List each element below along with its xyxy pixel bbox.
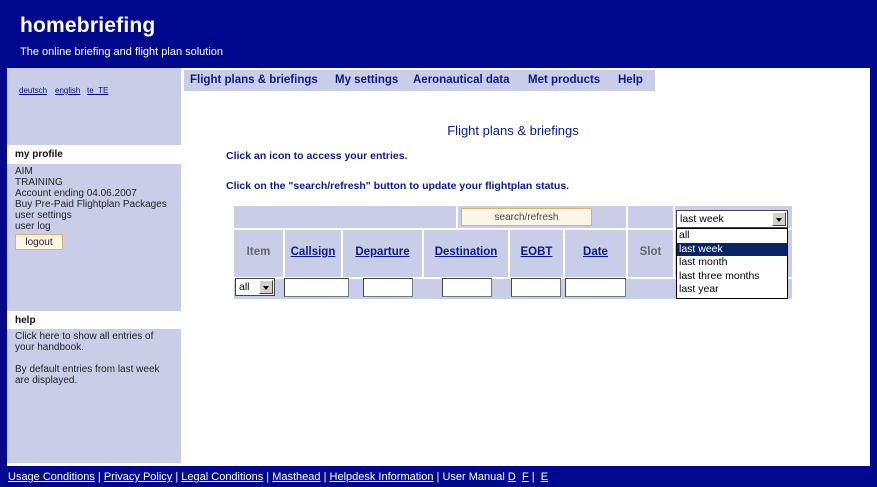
destination-filter-input[interactable] [442, 278, 492, 297]
callsign-filter-input[interactable] [284, 278, 349, 297]
profile-panel: AIM TRAINING Account ending 04.06.2007 B… [7, 164, 181, 299]
tab-my-settings[interactable]: My settings [335, 74, 398, 86]
footer-link-privacy-policy[interactable]: Privacy Policy [104, 471, 172, 483]
column-departure[interactable]: Departure [343, 246, 422, 258]
help-panel: Click here to show all entries of your h… [7, 329, 181, 461]
period-option-last-month[interactable]: last month [677, 256, 787, 270]
tab-met-products[interactable]: Met products [528, 74, 600, 86]
help-text-default: By default entries from last week are di… [15, 364, 160, 386]
profile-user-id: AIM [15, 166, 33, 177]
period-option-last-year[interactable]: last year [677, 283, 787, 297]
language-link-english[interactable]: english [55, 86, 80, 95]
period-option-last-week[interactable]: last week [677, 242, 787, 257]
footer-manual-en[interactable]: E [541, 471, 548, 483]
language-link-te[interactable]: te_TE [87, 86, 108, 95]
chevron-down-icon[interactable] [772, 212, 786, 226]
column-date[interactable]: Date [565, 246, 626, 258]
departure-filter-input[interactable] [363, 278, 413, 297]
main-nav: Flight plans & briefings My settings Aer… [184, 70, 655, 91]
user-log-link[interactable]: user log [15, 221, 181, 232]
footer-link-helpdesk[interactable]: Helpdesk Information [330, 471, 434, 483]
column-eobt[interactable]: EOBT [510, 246, 563, 258]
tab-help[interactable]: Help [618, 74, 643, 86]
chevron-down-icon[interactable] [259, 280, 273, 294]
column-slot: Slot [639, 246, 662, 258]
period-dropdown-list: all last week last month last three mont… [676, 228, 788, 299]
instruction-refresh: Click on the "search/refresh" button to … [226, 180, 570, 192]
sidebar: deutsch english te_TE my profile AIM TRA… [7, 68, 181, 463]
footer: Usage Conditions | Privacy Policy | Lega… [8, 471, 549, 483]
profile-account-ending: Account ending 04.06.2007 [15, 188, 137, 199]
footer-manual-de[interactable]: D [508, 471, 516, 483]
footer-manual-label: User Manual [442, 471, 505, 483]
date-filter-input[interactable] [565, 278, 626, 297]
period-option-last-three-months[interactable]: last three months [677, 270, 787, 284]
footer-link-usage-conditions[interactable]: Usage Conditions [8, 471, 95, 483]
table-header-blank [234, 206, 456, 228]
tab-aeronautical-data[interactable]: Aeronautical data [413, 74, 510, 86]
footer-link-legal-conditions[interactable]: Legal Conditions [181, 471, 263, 483]
period-option-all[interactable]: all [677, 229, 787, 243]
item-filter-select[interactable]: all [235, 278, 275, 296]
tab-flight-plans[interactable]: Flight plans & briefings [190, 74, 318, 86]
profile-user-name: TRAINING [15, 177, 63, 188]
table-header-blank [628, 206, 673, 228]
search-refresh-button[interactable]: search/refresh [461, 208, 592, 226]
profile-heading: my profile [7, 145, 181, 164]
app-subtitle: The online briefing and flight plan solu… [20, 46, 224, 58]
period-select-value: last week [680, 213, 724, 225]
page-title: Flight plans & briefings [447, 123, 579, 138]
user-settings-link[interactable]: user settings [15, 210, 181, 221]
buy-prepaid-link[interactable]: Buy Pre-Paid Flightplan Packages [15, 199, 181, 210]
help-heading: help [7, 311, 181, 329]
instruction-access: Click an icon to access your entries. [226, 150, 408, 162]
language-bar: deutsch english te_TE [7, 68, 181, 145]
column-callsign[interactable]: Callsign [285, 246, 341, 258]
language-link-deutsch[interactable]: deutsch [19, 86, 47, 95]
period-select[interactable]: last week [676, 210, 788, 228]
eobt-filter-input[interactable] [511, 278, 561, 297]
header-banner: homebriefing The online briefing and fli… [0, 0, 877, 66]
item-filter-value: all [239, 281, 250, 293]
footer-manual-fr[interactable]: F [522, 471, 529, 483]
footer-link-masthead[interactable]: Masthead [272, 471, 320, 483]
help-text-show-all[interactable]: Click here to show all entries of your h… [15, 331, 175, 353]
column-item: Item [246, 246, 271, 258]
logout-button[interactable]: logout [15, 234, 63, 250]
app-title: homebriefing [20, 14, 156, 37]
column-destination[interactable]: Destination [424, 246, 508, 258]
